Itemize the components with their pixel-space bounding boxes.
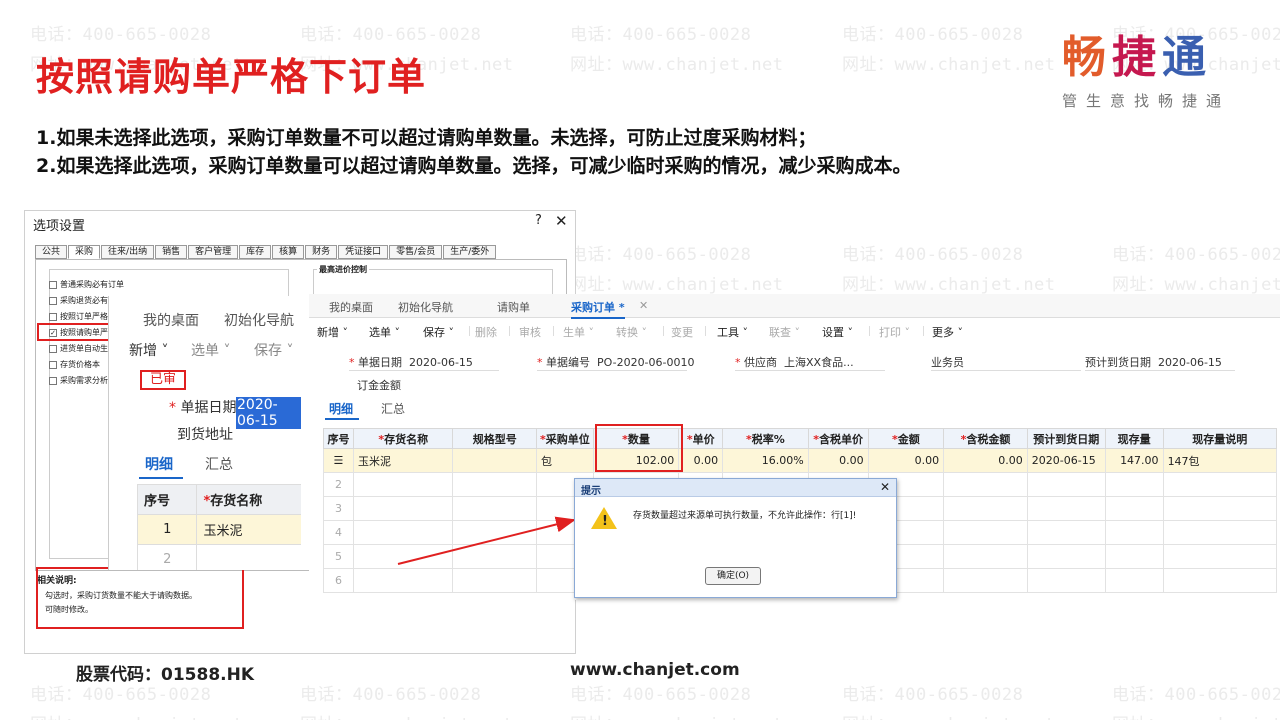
ok-button[interactable]: 确定(O) (705, 567, 761, 585)
stock-code: 股票代码：01588.HK (76, 665, 255, 685)
close-icon[interactable]: ✕ (880, 480, 890, 494)
slide: { "slide": { "title": "按照请购单严格下订单", "des… (0, 0, 1280, 720)
annotation-arrow (397, 516, 576, 565)
footer-website[interactable]: www.chanjet.com (570, 660, 740, 680)
alert-header: 提示 ✕ (575, 479, 896, 497)
alert-message: 存货数量超过来源单可执行数量，不允许此操作：行[1]! (633, 511, 857, 521)
alert-title: 提示 (581, 486, 601, 497)
alert-dialog: 提示 ✕ ! 存货数量超过来源单可执行数量，不允许此操作：行[1]! 确定(O) (574, 478, 897, 598)
